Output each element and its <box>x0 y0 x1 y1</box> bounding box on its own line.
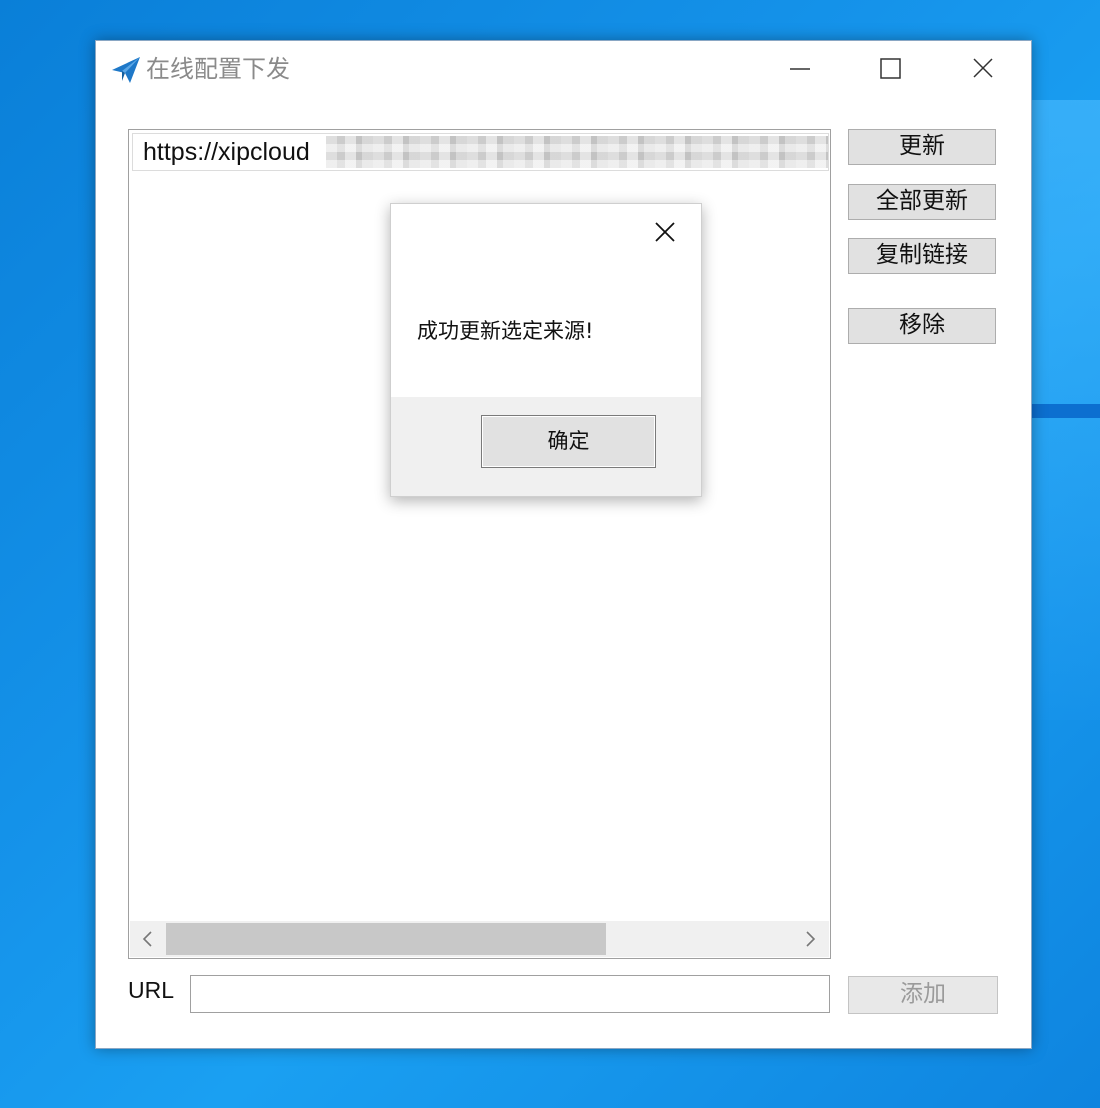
redacted-url-portion <box>326 136 828 168</box>
dialog-message: 成功更新选定来源! <box>417 319 594 343</box>
dialog-footer: 确定 <box>391 397 701 496</box>
close-icon[interactable] <box>960 51 1006 87</box>
ok-button[interactable]: 确定 <box>481 415 656 468</box>
app-window: 在线配置下发 https://xipcloud 更新 全部更新 复制链接 移除 … <box>95 40 1032 1049</box>
chevron-left-icon[interactable] <box>138 929 158 949</box>
add-button[interactable]: 添加 <box>848 976 998 1014</box>
remove-button[interactable]: 移除 <box>848 308 996 344</box>
horizontal-scrollbar[interactable] <box>130 921 829 957</box>
paper-plane-icon <box>112 57 140 83</box>
minimize-icon[interactable] <box>776 51 822 87</box>
close-icon[interactable] <box>653 220 677 244</box>
copy-link-button[interactable]: 复制链接 <box>848 238 996 274</box>
message-dialog: 成功更新选定来源! 确定 <box>390 203 702 497</box>
list-item-url: https://xipcloud <box>143 138 310 166</box>
scrollbar-thumb[interactable] <box>166 923 606 955</box>
update-button[interactable]: 更新 <box>848 129 996 165</box>
desktop-stripe <box>1030 404 1100 418</box>
title-bar[interactable]: 在线配置下发 <box>96 41 1031 99</box>
list-item[interactable]: https://xipcloud <box>132 133 829 171</box>
window-title: 在线配置下发 <box>146 55 290 83</box>
url-label: URL <box>128 977 175 1003</box>
chevron-right-icon[interactable] <box>800 929 820 949</box>
url-input[interactable] <box>190 975 830 1013</box>
update-all-button[interactable]: 全部更新 <box>848 184 996 220</box>
maximize-icon[interactable] <box>868 51 914 87</box>
